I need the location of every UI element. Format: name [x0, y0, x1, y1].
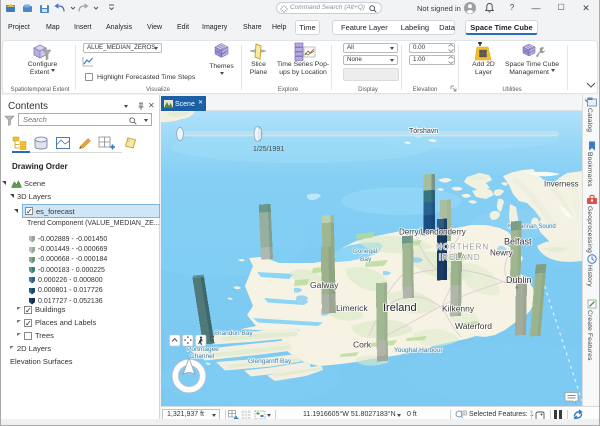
- svg-text:Tórshavn: Tórshavn: [409, 128, 438, 135]
- svg-text:Inverness: Inverness: [544, 180, 579, 189]
- svg-text:Waterford: Waterford: [455, 321, 492, 331]
- svg-text:Belfast: Belfast: [504, 237, 532, 247]
- svg-text:Youghal Harbour: Youghal Harbour: [394, 347, 443, 354]
- svg-text:Limerick: Limerick: [336, 303, 368, 313]
- svg-text:1/25/1991: 1/25/1991: [253, 146, 284, 153]
- svg-text:NORTHERN: NORTHERN: [436, 243, 489, 252]
- svg-text:Donegal: Donegal: [353, 248, 378, 255]
- svg-text:Derry/Londonderry: Derry/Londonderry: [399, 228, 466, 237]
- svg-text:Portmagee: Portmagee: [187, 346, 219, 353]
- svg-text:Kilkenny: Kilkenny: [442, 304, 475, 314]
- svg-text:Cork: Cork: [353, 340, 372, 350]
- svg-text:Galway: Galway: [310, 280, 339, 290]
- svg-text:Channel: Channel: [190, 353, 215, 360]
- svg-text:Newry: Newry: [490, 249, 513, 258]
- svg-text:Ireland: Ireland: [383, 302, 417, 314]
- svg-text:Dublin: Dublin: [506, 275, 532, 285]
- svg-text:IRELAND: IRELAND: [439, 253, 481, 262]
- svg-text:Brandon Bay: Brandon Bay: [215, 330, 253, 337]
- svg-text:Glengarriff Bay: Glengarriff Bay: [248, 358, 292, 365]
- svg-text:Bay: Bay: [360, 256, 372, 263]
